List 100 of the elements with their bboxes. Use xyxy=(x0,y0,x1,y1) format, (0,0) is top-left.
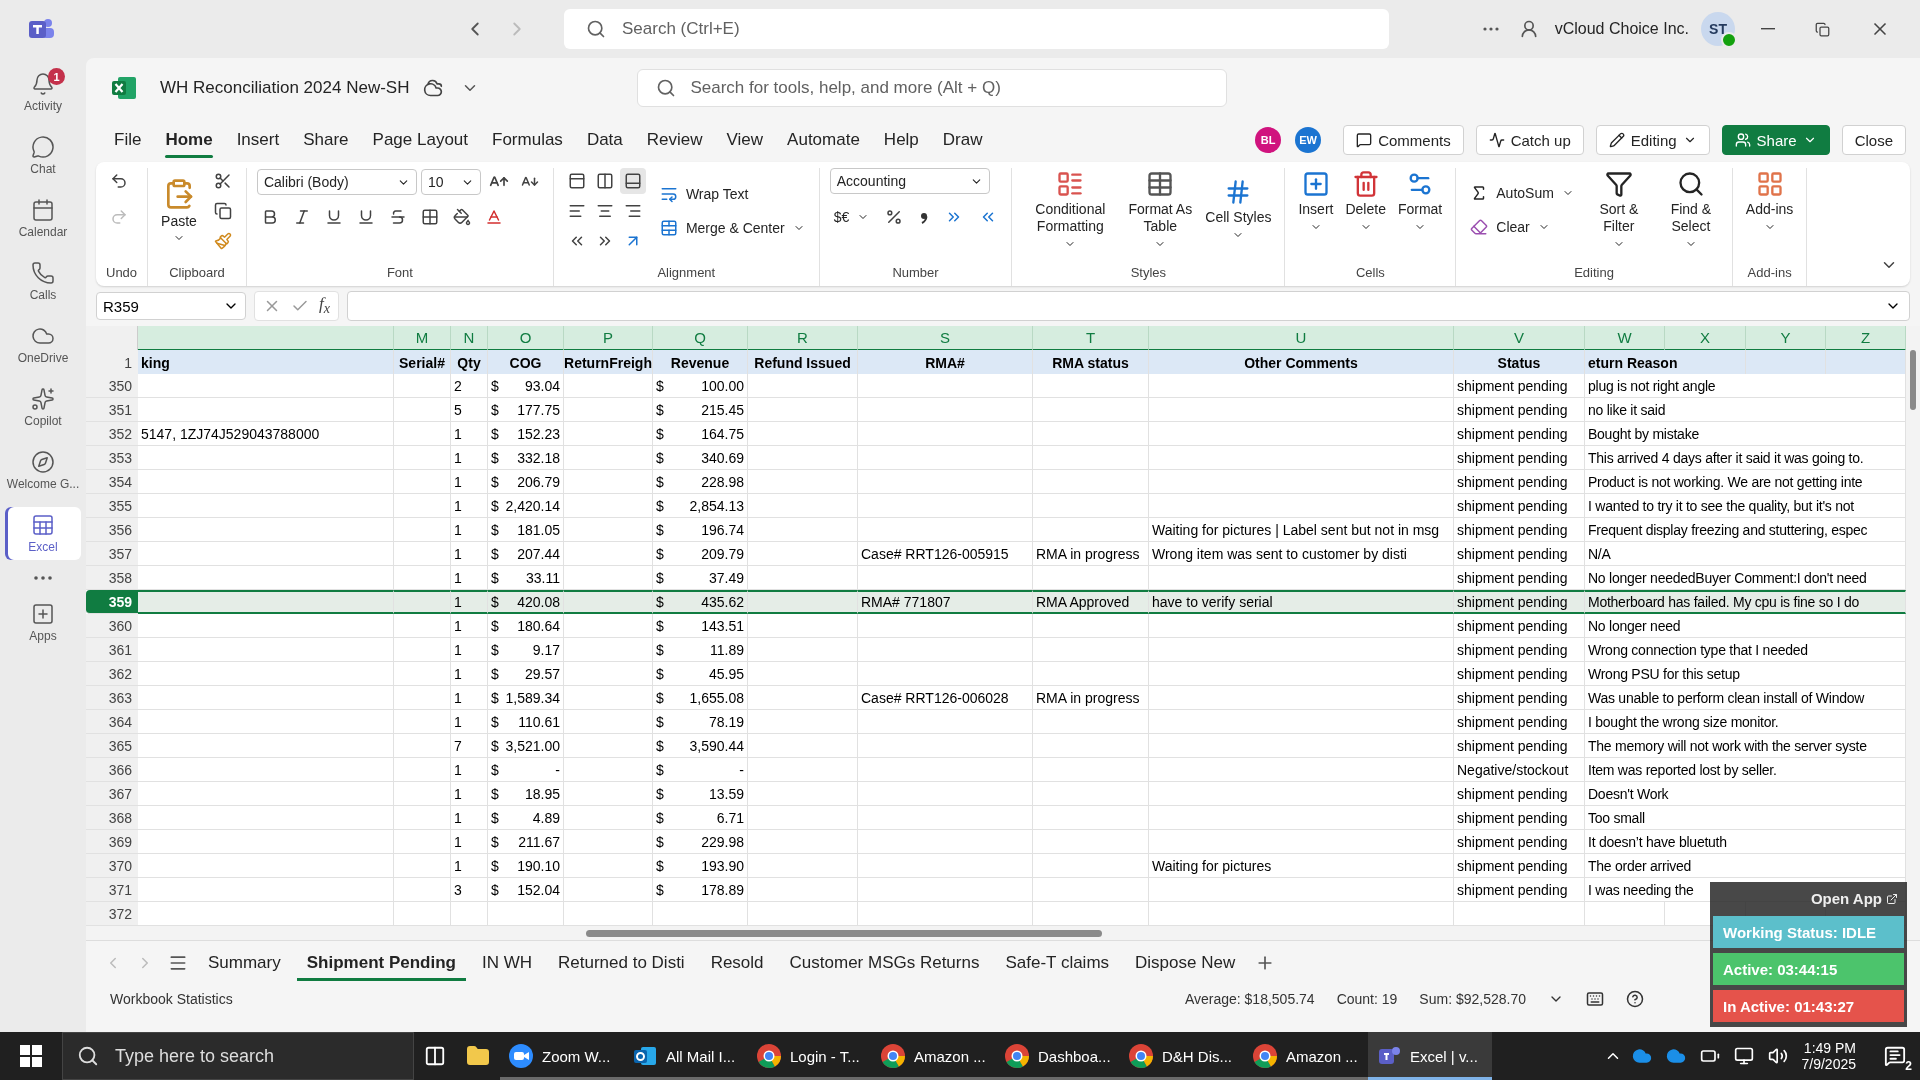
taskbar-app[interactable]: D&H Dis... xyxy=(1120,1032,1244,1080)
row-number[interactable]: 357 xyxy=(86,542,138,566)
insert-function-button[interactable]: f$_{x}$ xyxy=(319,294,331,318)
rail-item[interactable]: Calendar xyxy=(5,192,81,245)
sheet-tab[interactable]: Summary xyxy=(198,945,291,981)
rail-item[interactable]: Copilot xyxy=(5,381,81,434)
find-select-button[interactable]: Find & Select xyxy=(1659,168,1722,252)
ribbon-tab[interactable]: Review xyxy=(636,122,713,158)
column-header[interactable]: W xyxy=(1585,326,1665,351)
ribbon-tab[interactable]: Automate xyxy=(777,122,870,158)
column-header[interactable]: V xyxy=(1454,326,1585,351)
rail-item[interactable]: Calls xyxy=(5,255,81,308)
start-button[interactable] xyxy=(20,1045,42,1067)
column-header[interactable] xyxy=(138,326,394,351)
ribbon-tab[interactable]: Help xyxy=(873,122,929,158)
row-number[interactable]: 363 xyxy=(86,686,138,710)
column-header[interactable]: O xyxy=(488,326,564,351)
row-number[interactable]: 360 xyxy=(86,614,138,638)
sheet-tab[interactable]: IN WH xyxy=(471,945,542,981)
taskbar-app[interactable]: Login - T... xyxy=(748,1032,872,1080)
column-header[interactable]: U xyxy=(1149,326,1454,351)
row-number[interactable]: 365 xyxy=(86,734,138,758)
row-number[interactable]: 353 xyxy=(86,446,138,470)
ribbon-tab[interactable]: Home xyxy=(155,122,223,158)
taskbar-app[interactable]: Zoom W... xyxy=(500,1032,624,1080)
sort-filter-button[interactable]: Sort & Filter xyxy=(1587,168,1650,252)
row-number[interactable]: 368 xyxy=(86,806,138,830)
rail-item[interactable]: Excel xyxy=(5,507,81,560)
delete-button[interactable]: Delete xyxy=(1342,168,1389,235)
rail-item[interactable]: Chat xyxy=(5,129,81,182)
taskbar-app[interactable]: Dashboa... xyxy=(996,1032,1120,1080)
sheet-tab[interactable]: Customer MSGs Returns xyxy=(779,945,990,981)
rail-item[interactable]: Welcome G... xyxy=(5,444,81,497)
font-size-dropdown[interactable]: 10 xyxy=(420,169,481,195)
row-number[interactable]: 364 xyxy=(86,710,138,734)
row-number[interactable]: 351 xyxy=(86,398,138,422)
editing-button[interactable]: Editing xyxy=(1595,125,1710,155)
catchup-button[interactable]: Catch up xyxy=(1475,125,1584,155)
taskbar-app[interactable]: Excel | v... xyxy=(1368,1032,1492,1080)
paste-button[interactable]: Paste xyxy=(158,175,200,247)
add-ins-button[interactable]: Add-ins xyxy=(1742,168,1797,235)
autosum-button[interactable]: AutoSum xyxy=(1466,179,1578,206)
comments-button[interactable]: Comments xyxy=(1343,125,1464,155)
column-header[interactable]: M xyxy=(394,326,451,351)
rail-item[interactable]: OneDrive xyxy=(5,318,81,371)
tool-search-field[interactable]: Search for tools, help, and more (Alt + Q) xyxy=(637,69,1228,107)
row-number[interactable]: 369 xyxy=(86,830,138,854)
sheet-tab[interactable]: Returned to Disti xyxy=(548,945,695,981)
row-number[interactable]: 355 xyxy=(86,494,138,518)
rail-item[interactable]: Activity 1 xyxy=(5,66,81,119)
row-number[interactable]: 350 xyxy=(86,374,138,398)
ribbon-tab[interactable]: View xyxy=(716,122,774,158)
taskbar-search-field[interactable]: Type here to search xyxy=(62,1032,414,1080)
sheet-tab[interactable]: Resold xyxy=(700,945,774,981)
taskbar-app[interactable]: Amazon ... xyxy=(872,1032,996,1080)
row-number[interactable]: 356 xyxy=(86,518,138,542)
align-bottom-button[interactable] xyxy=(619,168,646,194)
merge-center-button[interactable]: Merge & Center xyxy=(655,215,809,241)
font-name-dropdown[interactable]: Calibri (Body) xyxy=(256,169,417,195)
rail-item[interactable]: Apps xyxy=(5,596,81,649)
row-number[interactable]: 367 xyxy=(86,782,138,806)
row-number[interactable]: 366 xyxy=(86,758,138,782)
column-header[interactable]: Z xyxy=(1826,326,1906,351)
taskbar-app[interactable]: All Mail I... xyxy=(624,1032,748,1080)
currency-button[interactable]: $€ xyxy=(829,205,874,229)
row-number[interactable]: 362 xyxy=(86,662,138,686)
column-header[interactable]: R xyxy=(748,326,858,351)
share-button[interactable]: Share xyxy=(1721,125,1830,155)
close-button[interactable]: Close xyxy=(1841,125,1906,155)
conditional-formatting-button[interactable]: Conditional Formatting xyxy=(1022,168,1119,252)
row-number[interactable]: 370 xyxy=(86,854,138,878)
column-header[interactable]: S xyxy=(858,326,1033,351)
row-number[interactable]: 354 xyxy=(86,470,138,494)
row-number[interactable]: 372 xyxy=(86,902,138,926)
column-header[interactable]: N xyxy=(451,326,488,351)
cell-styles-button[interactable]: Cell Styles xyxy=(1202,176,1275,244)
ribbon-tab[interactable]: Draw xyxy=(932,122,993,158)
ribbon-tab[interactable]: Insert xyxy=(226,122,290,158)
insert-button[interactable]: Insert xyxy=(1295,168,1337,235)
column-header[interactable]: T xyxy=(1033,326,1149,351)
column-header[interactable]: P xyxy=(564,326,653,351)
row-number[interactable]: 371 xyxy=(86,878,138,902)
column-header[interactable]: Y xyxy=(1746,326,1826,351)
format-button[interactable]: Format xyxy=(1394,168,1446,235)
clear-button[interactable]: Clear xyxy=(1466,213,1554,240)
column-header[interactable]: Q xyxy=(653,326,748,351)
user-avatar[interactable]: ST xyxy=(1701,12,1735,46)
ribbon-tab[interactable]: Data xyxy=(576,122,633,158)
sheet-tab[interactable]: Safe-T claims xyxy=(995,945,1120,981)
ribbon-tab[interactable]: File xyxy=(104,122,152,158)
row-number[interactable]: 358 xyxy=(86,566,138,590)
search-field[interactable]: Search (Ctrl+E) xyxy=(564,9,1389,49)
ribbon-tab[interactable]: Formulas xyxy=(482,122,573,158)
number-format-dropdown[interactable]: Accounting xyxy=(829,168,990,194)
ribbon-tab[interactable]: Page Layout xyxy=(362,122,478,158)
row-number[interactable]: 359 xyxy=(86,590,138,614)
sheet-tab[interactable]: Dispose New xyxy=(1125,945,1246,981)
row-number[interactable]: 361 xyxy=(86,638,138,662)
column-header[interactable]: X xyxy=(1665,326,1746,351)
sheet-tab[interactable]: Shipment Pending xyxy=(296,945,466,981)
